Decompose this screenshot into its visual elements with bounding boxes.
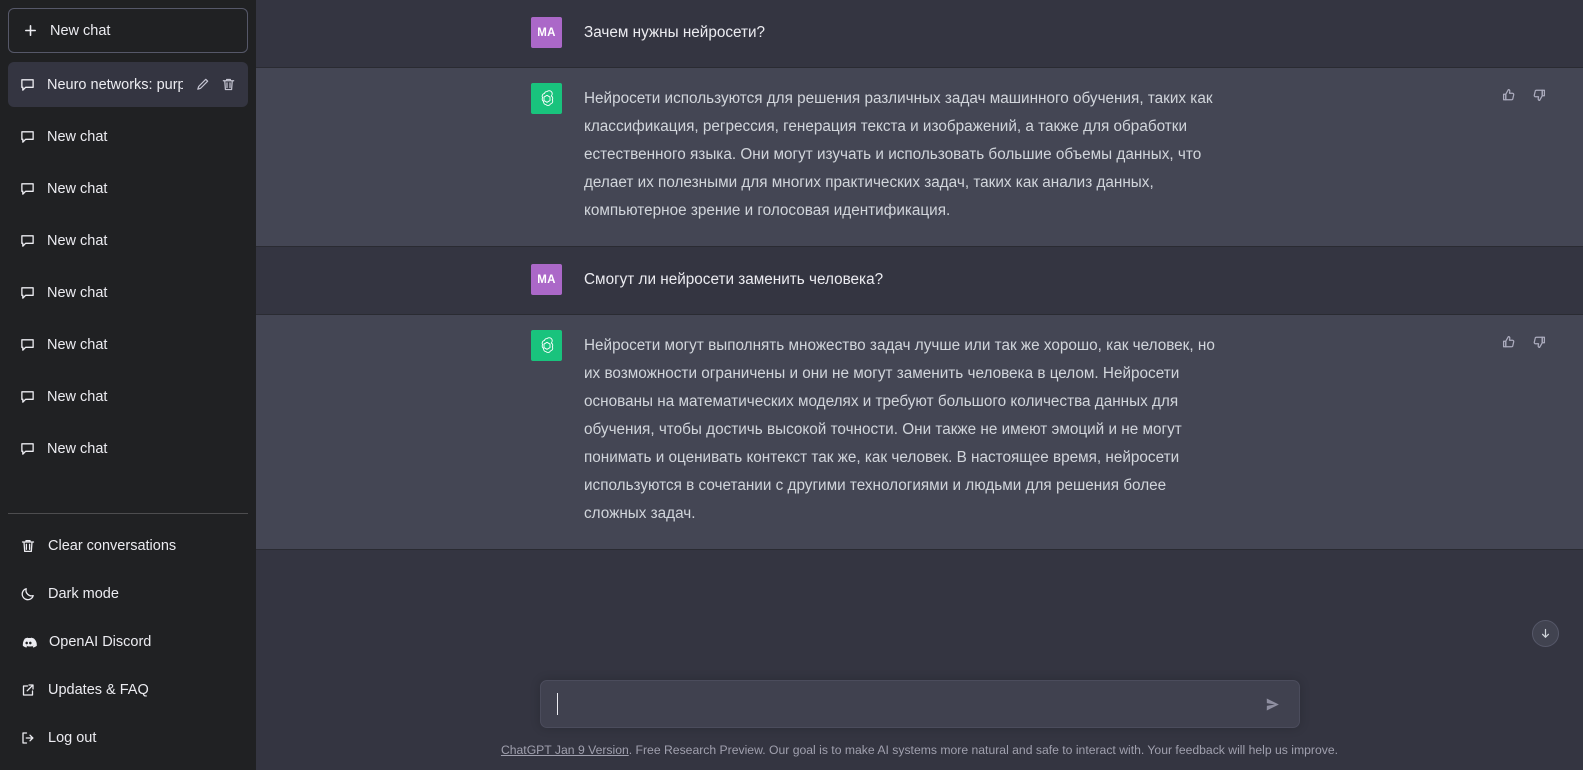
composer-wrap xyxy=(256,608,1583,728)
feedback-controls xyxy=(1501,87,1547,103)
chat-list-item-label: New chat xyxy=(47,440,108,457)
log-out-button[interactable]: Log out xyxy=(8,716,248,760)
updates-faq-link[interactable]: Updates & FAQ xyxy=(8,668,248,712)
sidebar-footer: Clear conversations Dark mode OpenAI Dis… xyxy=(8,513,248,770)
conversation-thread[interactable]: MA Зачем нужны нейросети? Нейросети испо… xyxy=(256,0,1583,608)
logout-icon xyxy=(20,730,36,746)
chat-list: Neuro networks: purpos xyxy=(8,62,248,478)
thumbs-down-icon[interactable] xyxy=(1531,87,1547,103)
trash-icon[interactable] xyxy=(221,77,236,92)
chat-list-item[interactable]: New chat xyxy=(8,114,248,159)
avatar: MA xyxy=(531,17,562,48)
message-icon xyxy=(20,77,35,92)
disclaimer-text: . Free Research Preview. Our goal is to … xyxy=(628,743,1339,757)
chat-list-item[interactable]: New chat xyxy=(8,374,248,419)
feedback-controls xyxy=(1501,334,1547,350)
plus-icon xyxy=(23,23,38,38)
chat-list-item-label: New chat xyxy=(47,388,108,405)
message-row-user: MA Зачем нужны нейросети? xyxy=(256,0,1583,68)
clear-conversations-button[interactable]: Clear conversations xyxy=(8,524,248,568)
sidebar: New chat Neuro networks: purpos xyxy=(0,0,256,770)
new-chat-label: New chat xyxy=(50,22,111,39)
updates-faq-label: Updates & FAQ xyxy=(48,682,149,698)
chatgpt-app: New chat Neuro networks: purpos xyxy=(0,0,1583,770)
send-button[interactable] xyxy=(1260,692,1285,717)
chat-list-item[interactable]: New chat xyxy=(8,218,248,263)
message-icon xyxy=(20,337,35,352)
chat-list-item[interactable]: New chat xyxy=(8,426,248,471)
external-link-icon xyxy=(20,682,36,698)
message-text: Смогут ли нейросети заменить человека? xyxy=(584,271,884,288)
openai-logo-icon xyxy=(531,83,562,114)
log-out-label: Log out xyxy=(48,730,97,746)
chat-list-item-label: New chat xyxy=(47,232,108,249)
chat-list-item-label: New chat xyxy=(47,128,108,145)
message-text: Зачем нужны нейросети? xyxy=(584,24,766,41)
composer-area: ChatGPT Jan 9 Version. Free Research Pre… xyxy=(256,608,1583,770)
main-panel: MA Зачем нужны нейросети? Нейросети испо… xyxy=(256,0,1583,770)
message-text: Нейросети могут выполнять множество зада… xyxy=(584,337,1220,522)
message-icon xyxy=(20,441,35,456)
chat-list-item[interactable]: New chat xyxy=(8,322,248,367)
chat-item-actions xyxy=(195,77,236,92)
chat-list-item-active[interactable]: Neuro networks: purpos xyxy=(8,62,248,107)
clear-conversations-label: Clear conversations xyxy=(48,538,177,554)
chat-list-item-label: New chat xyxy=(47,284,108,301)
avatar: MA xyxy=(531,264,562,295)
message-input[interactable] xyxy=(556,692,1260,716)
chat-list-item[interactable]: New chat xyxy=(8,166,248,211)
openai-discord-link[interactable]: OpenAI Discord xyxy=(8,620,248,664)
message-icon xyxy=(20,129,35,144)
thumbs-down-icon[interactable] xyxy=(1531,334,1547,350)
openai-discord-label: OpenAI Discord xyxy=(49,634,152,650)
dark-mode-button[interactable]: Dark mode xyxy=(8,572,248,616)
edit-icon[interactable] xyxy=(195,77,210,92)
thumbs-up-icon[interactable] xyxy=(1501,87,1517,103)
chat-list-item-label: New chat xyxy=(47,336,108,353)
message-row-assistant: Нейросети могут выполнять множество зада… xyxy=(256,315,1583,550)
chat-list-item[interactable]: New chat xyxy=(8,270,248,315)
moon-icon xyxy=(20,586,36,602)
new-chat-button[interactable]: New chat xyxy=(8,8,248,53)
message-icon xyxy=(20,233,35,248)
message-icon xyxy=(20,181,35,196)
message-icon xyxy=(20,389,35,404)
message-icon xyxy=(20,285,35,300)
message-input-container[interactable] xyxy=(539,680,1300,728)
chat-list-item-label: New chat xyxy=(47,180,108,197)
openai-logo-icon xyxy=(531,330,562,361)
trash-icon xyxy=(20,538,36,554)
dark-mode-label: Dark mode xyxy=(48,586,119,602)
disclaimer: ChatGPT Jan 9 Version. Free Research Pre… xyxy=(256,728,1583,758)
version-link[interactable]: ChatGPT Jan 9 Version xyxy=(501,743,629,757)
scroll-to-bottom-button[interactable] xyxy=(1532,620,1559,647)
thumbs-up-icon[interactable] xyxy=(1501,334,1517,350)
message-row-assistant: Нейросети используются для решения разли… xyxy=(256,68,1583,247)
arrow-down-icon xyxy=(1539,627,1552,640)
discord-icon xyxy=(20,634,37,651)
chat-list-item-label: Neuro networks: purpos xyxy=(47,76,183,93)
message-row-user: MA Смогут ли нейросети заменить человека… xyxy=(256,247,1583,315)
message-text: Нейросети используются для решения разли… xyxy=(584,90,1217,219)
text-caret xyxy=(556,693,558,715)
